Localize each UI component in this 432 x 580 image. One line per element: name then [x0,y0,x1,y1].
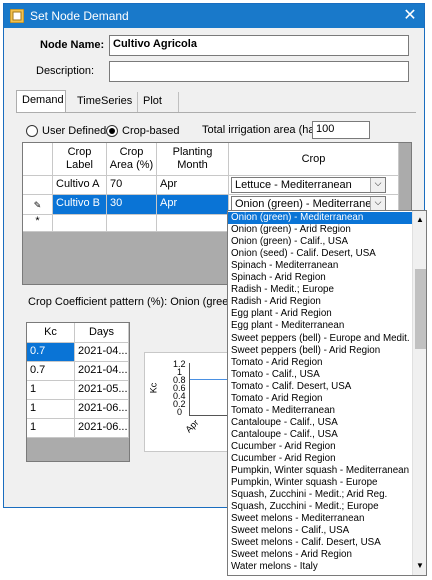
title-bar: Set Node Demand ✕ [4,4,424,28]
header-crop[interactable]: Crop [229,143,399,176]
row-header[interactable] [23,176,53,195]
table-cell[interactable]: 1 [27,381,75,400]
kc-table: Kc Days 0.7 2021-04... 0.7 2021-04... 1 … [26,322,130,462]
dropdown-option[interactable]: Radish - Medit.; Europe [228,284,412,296]
dropdown-option[interactable]: Pumpkin, Winter squash - Mediterranean [228,465,412,477]
dropdown-option[interactable]: Sweet peppers (bell) - Europe and Medit. [228,333,412,345]
crop-combo-value: Onion (green) - Mediterranean [235,198,384,210]
table-cell[interactable]: 2021-04... [75,343,129,362]
new-row-marker[interactable]: * [23,215,53,232]
table-cell[interactable] [157,215,229,232]
scroll-thumb[interactable] [415,269,426,349]
dropdown-option[interactable]: Sweet peppers (bell) - Arid Region [228,345,412,357]
kc-chart-xaxis [189,415,227,416]
tab-demand[interactable]: Demand [16,90,66,113]
header-crop-label[interactable]: Crop Label [53,143,107,176]
dropdown-option[interactable]: Squash, Zucchini - Medit.; Europe [228,501,412,513]
dropdown-scrollbar[interactable]: ▲ ▼ [412,211,426,575]
dropdown-option[interactable]: Onion (green) - Arid Region [228,224,412,236]
tab-timeseries[interactable]: TimeSeries [72,92,132,112]
table-cell[interactable] [107,215,157,232]
dropdown-option[interactable]: Tomato - Calif., USA [228,369,412,381]
scroll-down-icon[interactable]: ▼ [415,561,425,570]
crop-combo[interactable]: Lettuce - Mediterranean ⌵ [231,177,386,193]
kc-pattern-label: Crop Coefficient pattern (%): Onion (gre… [28,296,245,308]
dropdown-option[interactable]: Onion (seed) - Calif. Desert, USA [228,248,412,260]
table-cell[interactable]: 1 [27,419,75,438]
description-label: Description: [36,65,95,77]
header-kc[interactable]: Kc [27,323,75,343]
table-cell[interactable]: 0.7 [27,362,75,381]
dropdown-option[interactable]: Cantaloupe - Calif., USA [228,429,412,441]
table-cell[interactable]: 2021-06... [75,419,129,438]
close-icon: ✕ [403,7,417,24]
row-header-corner [23,143,53,176]
app-icon [10,9,24,23]
dropdown-option[interactable]: Water melons - Italy [228,561,412,573]
dropdown-option[interactable]: Spinach - Arid Region [228,272,412,284]
irrigation-area-label: Total irrigation area (ha): [202,124,322,136]
node-name-input[interactable]: Cultivo Agricola [109,35,409,56]
dropdown-option[interactable]: Onion (green) - Calif., USA [228,236,412,248]
header-crop-area[interactable]: Crop Area (%) [107,143,157,176]
description-input[interactable] [109,61,409,82]
dropdown-option[interactable]: Spinach - Mediterranean [228,260,412,272]
table-cell[interactable]: 2021-05... [75,381,129,400]
tab-divider [16,112,416,113]
table-cell[interactable]: 2021-06... [75,400,129,419]
kc-chart-yaxis [189,363,190,415]
table-cell[interactable]: Cultivo A [53,176,107,195]
table-cell[interactable]: Apr [157,176,229,195]
crop-combo-value: Lettuce - Mediterranean [235,179,352,191]
table-cell[interactable]: 1 [27,400,75,419]
kc-chart-ylabel: Kc [148,382,159,394]
table-cell[interactable]: 70 [107,176,157,195]
dropdown-option[interactable]: Pumpkin, Winter squash - Europe [228,477,412,489]
dropdown-option[interactable]: Squash, Zucchini - Medit.; Arid Reg. [228,489,412,501]
header-days[interactable]: Days [75,323,129,343]
kc-chart: Kc 1.2 1 0.8 0.6 0.4 0.2 0 Apr [144,352,228,452]
dropdown-option[interactable]: Egg plant - Arid Region [228,308,412,320]
dropdown-option[interactable]: Tomato - Arid Region [228,393,412,405]
dropdown-option[interactable]: Sweet melons - Calif., USA [228,525,412,537]
crop-based-radio[interactable] [106,125,118,137]
kc-chart-tick: 0 [177,407,183,417]
chevron-down-icon[interactable]: ⌵ [370,178,385,192]
table-cell[interactable]: 30 [107,195,157,215]
user-defined-radio[interactable] [26,125,38,137]
crop-based-label: Crop-based [122,125,180,137]
scroll-up-icon[interactable]: ▲ [415,215,425,224]
table-cell[interactable]: Cultivo B [53,195,107,215]
tab-plot[interactable]: Plot [137,92,179,112]
header-planting-month[interactable]: Planting Month [157,143,229,176]
table-cell[interactable] [53,215,107,232]
dropdown-option[interactable]: Sweet melons - Calif. Desert, USA [228,537,412,549]
table-cell[interactable]: 2021-04... [75,362,129,381]
dropdown-option[interactable]: Radish - Arid Region [228,296,412,308]
dropdown-option[interactable]: Cantaloupe - Calif., USA [228,417,412,429]
user-defined-label: User Defined [42,125,107,137]
irrigation-area-input[interactable]: 100 [312,121,370,139]
node-name-label: Node Name: [40,39,105,51]
window-title: Set Node Demand [30,9,129,23]
table-cell[interactable]: Apr [157,195,229,215]
crop-cell: Lettuce - Mediterranean ⌵ [229,176,399,195]
kc-chart-xtick: Apr [183,417,201,435]
dropdown-option[interactable]: Tomato - Calif. Desert, USA [228,381,412,393]
dropdown-option[interactable]: Tomato - Mediterranean [228,405,412,417]
table-cell[interactable]: 0.7 [27,343,75,362]
crop-dropdown-list[interactable]: Onion (green) - Mediterranean Onion (gree… [227,210,427,576]
dropdown-option[interactable]: Sweet melons - Mediterranean [228,513,412,525]
dropdown-option[interactable]: Egg plant - Mediterranean [228,320,412,332]
dropdown-option[interactable]: Cucumber - Arid Region [228,441,412,453]
dropdown-option[interactable]: Sweet melons - Arid Region [228,549,412,561]
dropdown-option[interactable]: Tomato - Arid Region [228,357,412,369]
dropdown-option[interactable]: Onion (green) - Mediterranean [228,212,412,224]
close-button[interactable]: ✕ [400,6,420,26]
pencil-icon: ✎ [23,195,53,215]
dropdown-option[interactable]: Cucumber - Arid Region [228,453,412,465]
kc-chart-line [190,379,227,380]
